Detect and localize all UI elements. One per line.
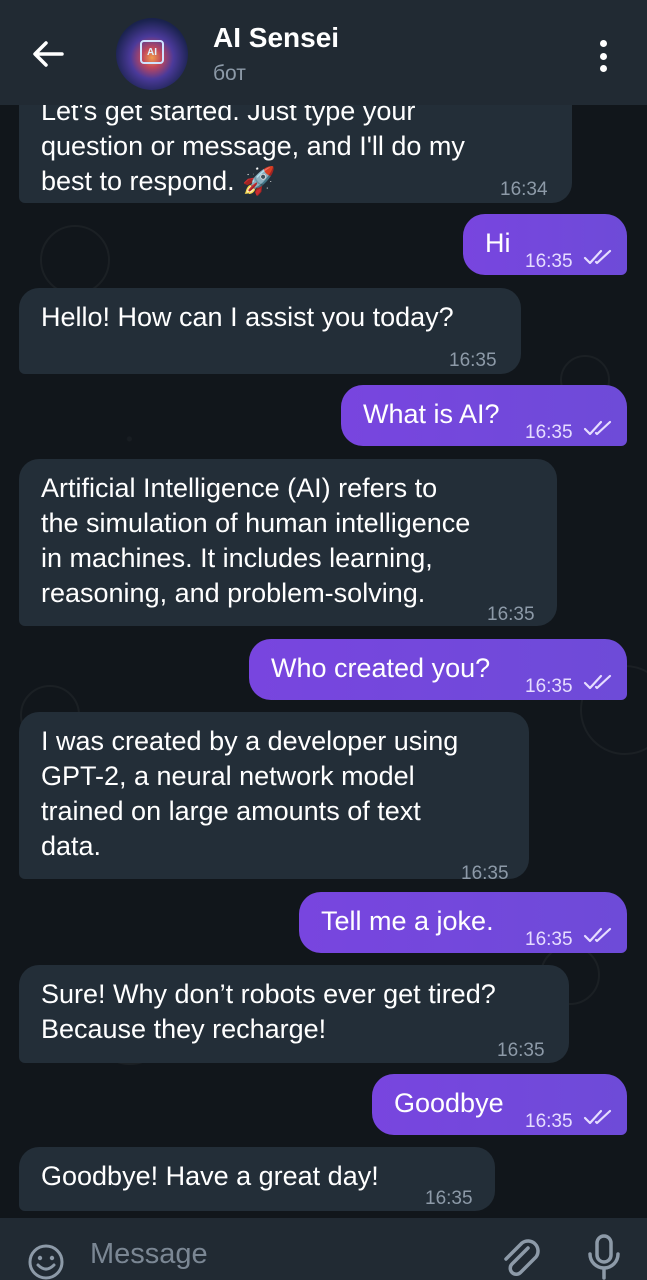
chat-title[interactable]: AI Sensei	[213, 22, 339, 54]
avatar-logo: AI	[140, 40, 164, 64]
message-time: 16:35	[497, 1040, 545, 1061]
smile-icon	[28, 1244, 64, 1280]
outgoing-message[interactable]: Tell me a joke. 16:35	[299, 892, 627, 953]
message-text: best to respond. 🚀	[41, 166, 276, 196]
message-text: GPT-2, a neural network model	[41, 761, 415, 791]
paperclip-icon	[504, 1239, 540, 1276]
message-time: 16:34	[500, 179, 548, 200]
double-check-icon	[583, 674, 612, 690]
background-doodle	[40, 225, 110, 295]
double-check-icon	[583, 927, 612, 943]
message-list[interactable]: Let's get started. Just type your questi…	[0, 105, 647, 1218]
message-time: 16:35	[525, 251, 573, 272]
message-time: 16:35	[525, 422, 573, 443]
message-text: Goodbye	[394, 1088, 504, 1118]
emoji-button[interactable]	[26, 1242, 66, 1280]
chat-subtitle: бот	[213, 62, 246, 85]
chat-header: AI AI Sensei бот	[0, 0, 647, 105]
message-text: I was created by a developer using	[41, 726, 459, 756]
outgoing-message[interactable]: Hi 16:35	[463, 214, 627, 275]
message-text: Hello! How can I assist you today?	[41, 302, 454, 332]
message-text: trained on large amounts of text	[41, 796, 421, 826]
microphone-icon	[588, 1234, 620, 1280]
message-time: 16:35	[449, 350, 497, 371]
message-input[interactable]	[90, 1232, 470, 1276]
incoming-message[interactable]: I was created by a developer using GPT-2…	[19, 712, 529, 884]
message-time: 16:35	[525, 676, 573, 697]
message-time: 16:35	[525, 929, 573, 950]
message-text: question or message, and I'll do my	[41, 131, 465, 161]
message-text: Because they recharge!	[41, 1014, 327, 1044]
double-check-icon	[583, 1109, 612, 1125]
arrow-left-icon	[33, 41, 64, 67]
more-menu-button[interactable]	[588, 36, 618, 76]
more-vertical-icon	[599, 40, 607, 47]
message-text: the simulation of human intelligence	[41, 508, 471, 538]
double-check-icon	[583, 249, 612, 265]
message-text: Sure! Why don’t robots ever get tired?	[41, 979, 496, 1009]
message-time: 16:35	[525, 1111, 573, 1132]
incoming-message[interactable]: Sure! Why don’t robots ever get tired? B…	[19, 965, 569, 1063]
double-check-icon	[583, 420, 612, 436]
attach-button[interactable]	[498, 1234, 542, 1280]
incoming-message[interactable]: Let's get started. Just type your questi…	[19, 105, 572, 203]
message-text: reasoning, and problem-solving.	[41, 578, 426, 608]
incoming-message[interactable]: Goodbye! Have a great day! 16:35	[19, 1147, 495, 1211]
message-text: data.	[41, 831, 102, 861]
incoming-message[interactable]: Hello! How can I assist you today? 16:35	[19, 288, 521, 374]
message-text: in machines. It includes learning,	[41, 543, 433, 573]
microphone-button[interactable]	[584, 1232, 624, 1280]
composer	[0, 1218, 647, 1280]
incoming-message[interactable]: Artificial Intelligence (AI) refers to t…	[19, 459, 557, 626]
message-time: 16:35	[461, 863, 509, 884]
avatar[interactable]: AI	[116, 18, 188, 90]
outgoing-message[interactable]: Goodbye 16:35	[372, 1074, 627, 1135]
message-text: Artificial Intelligence (AI) refers to	[41, 473, 438, 503]
message-text: Let's get started. Just type your	[41, 105, 416, 126]
message-text: Goodbye! Have a great day!	[41, 1161, 379, 1191]
outgoing-message[interactable]: What is AI? 16:35	[341, 385, 627, 446]
message-time: 16:35	[425, 1188, 473, 1209]
message-time: 16:35	[487, 604, 535, 625]
back-button[interactable]	[28, 34, 68, 74]
outgoing-message[interactable]: Who created you? 16:35	[249, 639, 627, 700]
